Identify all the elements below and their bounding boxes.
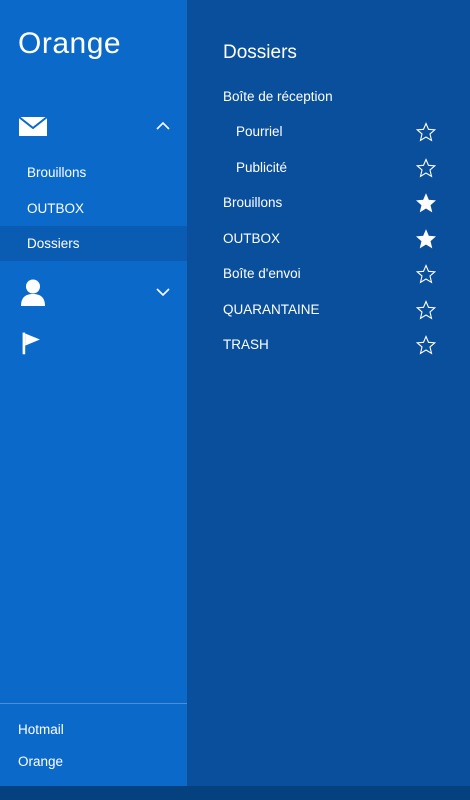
folders-pane: Dossiers Boîte de réception Pourriel Pub…: [187, 0, 470, 786]
nav-item-outbox[interactable]: OUTBOX: [0, 191, 187, 226]
folder-label: OUTBOX: [223, 231, 281, 246]
star-outline-icon[interactable]: [416, 264, 436, 284]
star-outline-icon[interactable]: [416, 122, 436, 142]
star-filled-icon[interactable]: [416, 229, 436, 249]
folder-label: Publicité: [236, 160, 288, 175]
person-icon: [21, 279, 45, 306]
folder-label: Boîte d'envoi: [223, 266, 301, 281]
folder-row-quarantaine[interactable]: QUARANTAINE: [187, 292, 470, 328]
folder-row-trash[interactable]: TRASH: [187, 327, 470, 363]
folder-label: TRASH: [223, 337, 269, 352]
folder-label: Pourriel: [236, 124, 283, 139]
folder-label: QUARANTAINE: [223, 302, 320, 317]
folder-label: Brouillons: [223, 195, 283, 210]
folder-row-outbox[interactable]: OUTBOX: [187, 221, 470, 257]
mail-app: Orange Brouillons OUTBOX Dossiers Hotmai…: [0, 0, 470, 800]
star-outline-icon[interactable]: [416, 158, 436, 178]
folder-row-inbox[interactable]: Boîte de réception: [187, 79, 470, 115]
nav-item-brouillons[interactable]: Brouillons: [0, 155, 187, 190]
mail-section-header[interactable]: [0, 108, 187, 144]
folder-row-boite-envoi[interactable]: Boîte d'envoi: [187, 256, 470, 292]
nav-item-dossiers[interactable]: Dossiers: [0, 226, 187, 261]
app-title: Orange: [18, 27, 122, 60]
star-filled-icon[interactable]: [416, 193, 436, 213]
account-hotmail[interactable]: Hotmail: [18, 722, 64, 737]
flag-section-header[interactable]: [0, 325, 187, 361]
folder-row-publicite[interactable]: Publicité: [187, 150, 470, 186]
folder-row-pourriel[interactable]: Pourriel: [187, 114, 470, 150]
account-orange[interactable]: Orange: [18, 754, 63, 769]
nav-pane: Orange Brouillons OUTBOX Dossiers Hotmai…: [0, 0, 187, 786]
folders-title: Dossiers: [223, 42, 297, 63]
people-section-header[interactable]: [0, 274, 187, 310]
star-outline-icon[interactable]: [416, 300, 436, 320]
folder-row-brouillons[interactable]: Brouillons: [187, 185, 470, 221]
chevron-down-icon[interactable]: [155, 284, 171, 300]
folder-label: Boîte de réception: [223, 89, 333, 104]
chevron-up-icon[interactable]: [155, 118, 171, 134]
mail-icon: [18, 116, 48, 136]
flag-icon: [22, 332, 40, 355]
star-outline-icon[interactable]: [416, 335, 436, 355]
nav-divider: [0, 703, 187, 704]
bottom-strip: [0, 786, 470, 800]
